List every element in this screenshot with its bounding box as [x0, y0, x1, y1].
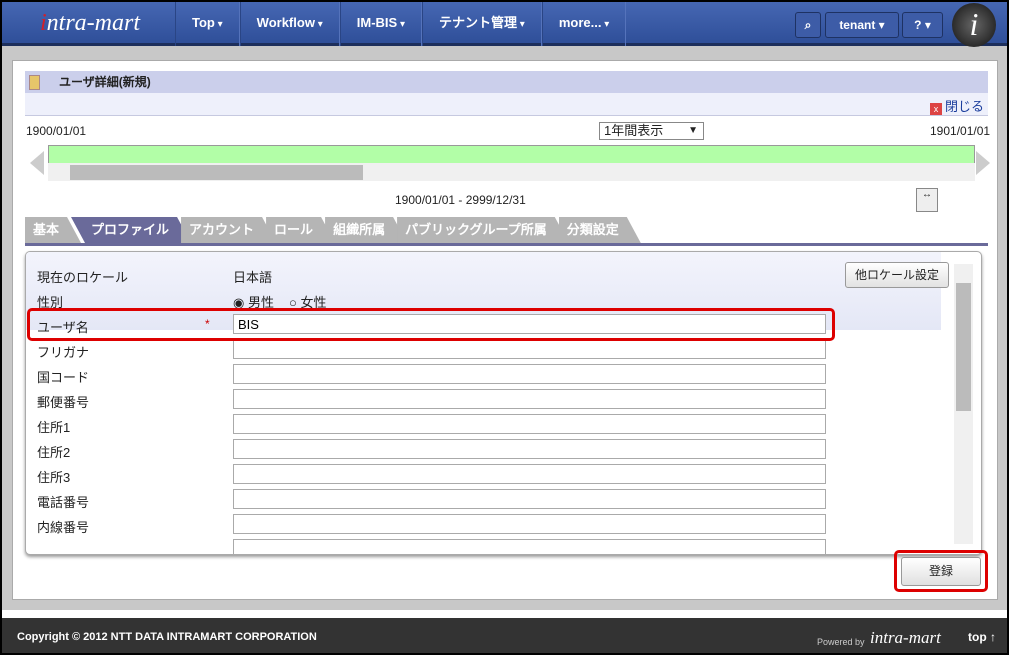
- address3-input[interactable]: [233, 464, 826, 484]
- next-field-input[interactable]: [233, 539, 826, 554]
- tab-organization[interactable]: 組織所属: [325, 217, 407, 243]
- close-label: 閉じる: [944, 99, 984, 114]
- date-range: 1900/01/01 - 2999/12/31: [395, 193, 526, 207]
- tab-basic[interactable]: 基本: [25, 217, 81, 243]
- powered-by: Powered by: [817, 637, 865, 647]
- field-row: 住所1: [37, 412, 837, 437]
- nav-tenant-admin[interactable]: テナント管理: [422, 2, 542, 46]
- scrollbar-thumb[interactable]: [956, 283, 971, 411]
- powered-logo: intra-mart: [870, 628, 941, 647]
- nav-top[interactable]: Top: [175, 2, 240, 46]
- extension-input[interactable]: [233, 514, 826, 534]
- logo[interactable]: intra-mart: [40, 10, 140, 37]
- field-row: 電話番号: [37, 487, 837, 512]
- user-name: tenant: [839, 18, 876, 32]
- nav-more[interactable]: more...: [541, 2, 627, 46]
- user-menu[interactable]: tenant ▾: [825, 12, 899, 38]
- phone-input[interactable]: [233, 489, 826, 509]
- chevron-down-icon: ▼: [688, 125, 698, 136]
- tab-public-group[interactable]: パブリックグループ所属: [397, 217, 569, 243]
- field-row: 国コード: [37, 362, 837, 387]
- end-date: 1901/01/01: [930, 124, 991, 138]
- field-row: 郵便番号: [37, 387, 837, 412]
- top-link[interactable]: top ↑: [968, 630, 996, 644]
- period-value: 1年間表示: [604, 123, 664, 138]
- timeline-next-icon[interactable]: [976, 151, 990, 175]
- tab-bar: 基本 プロファイル アカウント ロール 組織所属 パブリックグループ所属 分類設…: [25, 217, 631, 243]
- intramart-i-icon[interactable]: i: [952, 3, 996, 47]
- nav-workflow[interactable]: Workflow: [239, 2, 340, 46]
- timeline-bar[interactable]: [48, 145, 975, 163]
- address2-input[interactable]: [233, 439, 826, 459]
- page-title-bar: ユーザ詳細(新規): [25, 71, 988, 93]
- field-label: 住所2: [37, 445, 71, 460]
- highlight-register: [894, 550, 988, 592]
- search-icon[interactable]: ⌕: [795, 12, 821, 38]
- other-locale-button[interactable]: 他ロケール設定: [845, 262, 949, 288]
- close-link[interactable]: x 閉じる: [929, 96, 984, 115]
- folder-icon: [29, 75, 40, 90]
- timeline-scrollbar[interactable]: [48, 163, 975, 181]
- scrollbar-thumb[interactable]: [70, 165, 363, 180]
- field-row: 住所2: [37, 437, 837, 462]
- footer: Copyright © 2012 NTT DATA INTRAMART CORP…: [2, 618, 1007, 653]
- field-label: フリガナ: [37, 345, 90, 360]
- header: intra-mart Top Workflow IM-BIS テナント管理 mo…: [2, 2, 1007, 47]
- postal-code-input[interactable]: [233, 389, 826, 409]
- tab-account[interactable]: アカウント: [181, 217, 276, 243]
- field-label: 住所3: [37, 470, 71, 485]
- page-title: ユーザ詳細(新規): [59, 75, 151, 89]
- main-panel: ユーザ詳細(新規) x 閉じる 1900/01/01 1901/01/01 ▼ 1年…: [12, 60, 998, 600]
- app-window: intra-mart Top Workflow IM-BIS テナント管理 mo…: [2, 2, 1007, 653]
- help-menu[interactable]: ? ▾: [902, 12, 943, 38]
- field-row: 内線番号: [37, 512, 837, 537]
- period-select[interactable]: ▼ 1年間表示: [599, 122, 704, 140]
- field-row: [37, 537, 837, 554]
- country-code-input[interactable]: [233, 364, 826, 384]
- field-label: 国コード: [37, 370, 90, 385]
- field-label: 内線番号: [37, 520, 90, 535]
- field-label: 電話番号: [37, 495, 90, 510]
- title-toolbar: x 閉じる: [25, 93, 988, 116]
- start-date: 1900/01/01: [26, 124, 87, 138]
- expand-icon[interactable]: ↔: [916, 188, 938, 212]
- profile-form: 現在のロケール 日本語 他ロケール設定 性別 ◉ 男性 ○ 女性 ユーザ名* フ…: [25, 251, 982, 555]
- tab-classification[interactable]: 分類設定: [559, 217, 641, 243]
- main-nav: Top Workflow IM-BIS テナント管理 more...: [175, 2, 627, 46]
- locale-label: 現在のロケール: [37, 270, 129, 285]
- footer-spacer: [2, 610, 1007, 618]
- tab-role[interactable]: ロール: [266, 217, 335, 243]
- field-row: 住所3: [37, 462, 837, 487]
- tab-profile[interactable]: プロファイル: [71, 217, 191, 243]
- help-label: ?: [914, 18, 922, 32]
- nav-im-bis[interactable]: IM-BIS: [339, 2, 423, 46]
- field-label: 住所1: [37, 420, 71, 435]
- form-scrollbar[interactable]: [954, 264, 973, 544]
- timeline-prev-icon[interactable]: [30, 151, 44, 175]
- locale-value: 日本語: [233, 270, 273, 285]
- close-icon: x: [929, 103, 942, 115]
- copyright: Copyright © 2012 NTT DATA INTRAMART CORP…: [17, 631, 317, 643]
- locale-row: 現在のロケール 日本語: [37, 262, 837, 287]
- tab-underline: [25, 243, 988, 246]
- highlight-user-name: [27, 308, 835, 341]
- address1-input[interactable]: [233, 414, 826, 434]
- furigana-input[interactable]: [233, 339, 826, 359]
- field-label: 郵便番号: [37, 395, 90, 410]
